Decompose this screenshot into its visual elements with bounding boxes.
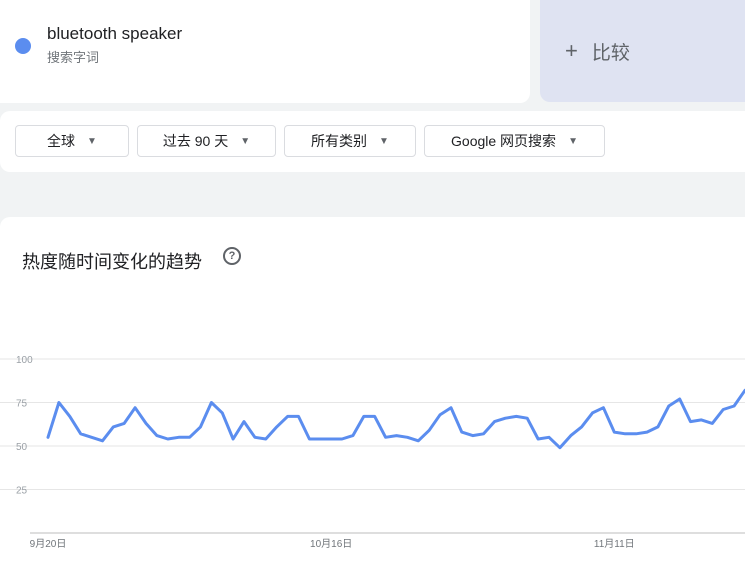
plus-icon: +: [565, 38, 578, 63]
filter-time-range-label: 过去 90 天: [162, 133, 229, 149]
y-tick-label-25: 25: [16, 486, 28, 497]
caret-down-icon: ▼: [568, 135, 578, 147]
y-tick-label-50: 50: [16, 442, 28, 453]
caret-down-icon: ▼: [87, 135, 97, 147]
x-tick-label-0: 9月20日: [30, 538, 67, 550]
search-term-name[interactable]: bluetooth speaker: [47, 24, 182, 44]
series-color-dot: [15, 38, 31, 54]
search-term-card[interactable]: bluetooth speaker 搜索字词: [0, 0, 530, 103]
filter-category-label: 所有类别: [311, 133, 368, 149]
caret-down-icon: ▼: [379, 135, 389, 147]
x-tick-label-1: 10月16日: [310, 538, 352, 550]
y-tick-label-100: 100: [16, 355, 33, 366]
compare-button[interactable]: + 比较: [540, 0, 745, 102]
search-term-subtitle: 搜索字词: [47, 50, 100, 65]
filter-time-range[interactable]: 过去 90 天 ▼: [137, 125, 276, 157]
filter-search-type[interactable]: Google 网页搜索 ▼: [424, 125, 605, 157]
caret-down-icon: ▼: [240, 135, 251, 147]
y-tick-label-75: 75: [16, 399, 28, 410]
filter-region[interactable]: 全球 ▼: [15, 125, 129, 157]
filter-search-type-label: Google 网页搜索: [451, 133, 557, 149]
trend-chart: 25 50 75 100 9月20日 10月16日 11月11日: [0, 355, 745, 550]
compare-label: 比较: [591, 42, 630, 64]
x-tick-label-2: 11月11日: [594, 538, 635, 550]
series-line: [46, 388, 745, 450]
filter-region-label: 全球: [47, 133, 76, 149]
filter-bar: 全球 ▼ 过去 90 天 ▼ 所有类别 ▼ Google 网页搜索 ▼: [0, 111, 745, 172]
interest-over-time-card: 热度随时间变化的趋势 ? 25 50 75 100 9月20日 10月16日 11月11日: [0, 217, 745, 562]
filter-category[interactable]: 所有类别 ▼: [284, 125, 416, 157]
